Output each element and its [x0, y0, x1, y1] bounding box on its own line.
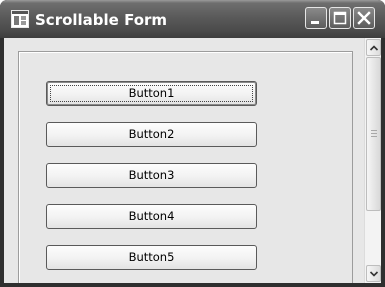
- close-button[interactable]: [353, 7, 375, 29]
- button-3[interactable]: Button3: [46, 163, 257, 188]
- thumb-grip: [371, 130, 377, 131]
- minimize-icon: [311, 21, 319, 24]
- scroll-down-button[interactable]: [366, 265, 381, 282]
- button-5[interactable]: Button5: [46, 245, 257, 270]
- chevron-up-icon: [369, 45, 379, 51]
- button-4[interactable]: Button4: [46, 204, 257, 229]
- button-3-label: Button3: [128, 168, 175, 182]
- form-client-area: Button1 Button2 Button3 Button4 Button5: [4, 38, 381, 283]
- maximize-icon: [333, 11, 347, 25]
- button-5-label: Button5: [128, 250, 175, 264]
- button-4-label: Button4: [128, 209, 175, 223]
- title-bar[interactable]: Scrollable Form: [0, 0, 385, 38]
- button-1-label: Button1: [128, 86, 175, 100]
- scroll-thumb[interactable]: [366, 57, 381, 211]
- thumb-grip: [371, 136, 377, 137]
- chevron-down-icon: [369, 271, 379, 277]
- button-1[interactable]: Button1: [46, 81, 257, 106]
- maximize-button[interactable]: [329, 7, 351, 29]
- scrollable-panel[interactable]: Button1 Button2 Button3 Button4 Button5: [4, 38, 364, 283]
- form-app-icon[interactable]: [11, 10, 29, 28]
- scroll-up-button[interactable]: [366, 39, 381, 56]
- thumb-grip: [371, 133, 377, 134]
- button-2[interactable]: Button2: [46, 122, 257, 147]
- vertical-scrollbar[interactable]: [364, 38, 381, 283]
- form-window: Scrollable Form Button1 Button2 Button3 …: [0, 0, 385, 287]
- minimize-button[interactable]: [305, 7, 327, 29]
- window-title: Scrollable Form: [35, 11, 168, 29]
- close-icon: [357, 11, 371, 25]
- button-2-label: Button2: [128, 127, 175, 141]
